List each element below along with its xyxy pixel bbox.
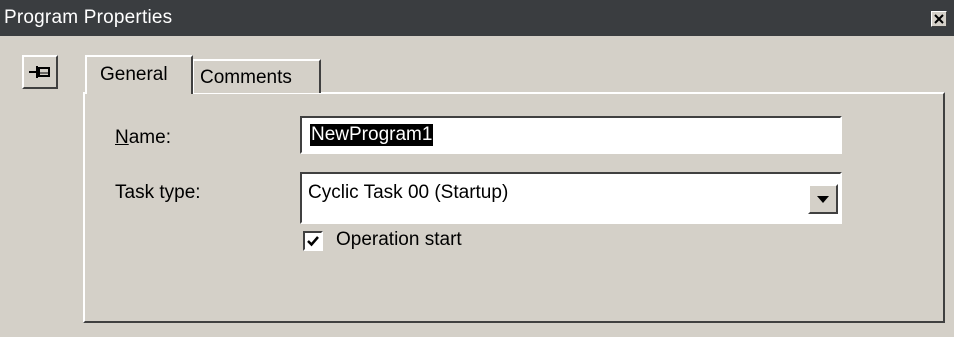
chevron-down-icon [817, 196, 829, 203]
close-button[interactable] [931, 11, 947, 27]
task-type-value: Cyclic Task 00 (Startup) [308, 182, 509, 203]
name-input[interactable]: NewProgram1 [300, 116, 842, 154]
name-label-mnemonic: N [115, 127, 129, 148]
task-type-dropdown[interactable]: Cyclic Task 00 (Startup) [300, 172, 842, 224]
name-label-text: ame: [128, 127, 171, 148]
name-input-value: NewProgram1 [310, 124, 434, 146]
window-title: Program Properties [4, 7, 173, 28]
checkmark-icon [307, 236, 319, 247]
tab-comments[interactable]: Comments [193, 59, 321, 93]
task-type-label: Task type: [115, 182, 201, 203]
tab-comments-label: Comments [200, 67, 292, 88]
tab-general[interactable]: General [85, 55, 193, 94]
pushpin-icon [29, 66, 50, 78]
title-bar[interactable]: Program Properties [0, 0, 954, 36]
close-icon [934, 14, 944, 24]
operation-start-checkbox[interactable] [303, 231, 323, 251]
task-type-dropdown-button[interactable] [808, 184, 838, 214]
pin-button[interactable] [22, 55, 58, 89]
name-label: Name: [115, 127, 171, 149]
program-properties-window: Program Properties General Comments Name… [0, 0, 954, 337]
tab-general-label: General [100, 64, 168, 85]
operation-start-label: Operation start [336, 229, 462, 250]
